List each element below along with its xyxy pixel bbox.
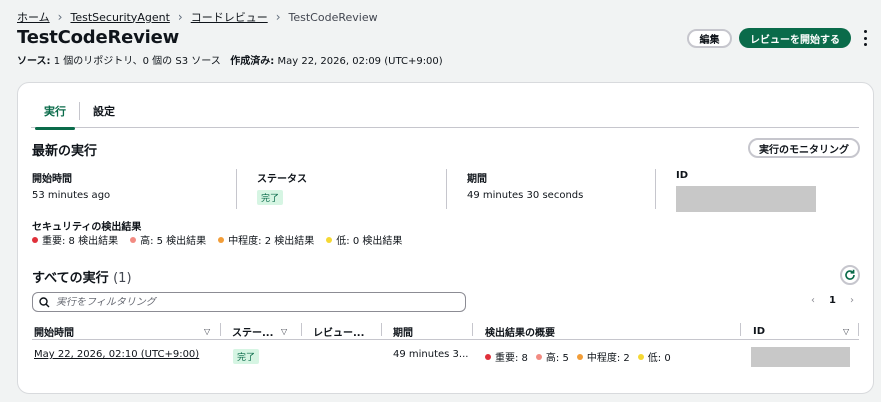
duration-value: 49 minutes 30 seconds	[467, 190, 584, 201]
id-label: ID	[676, 170, 689, 181]
start-time-field: 開始時間 53 minutes ago	[32, 170, 110, 210]
refresh-button[interactable]	[840, 265, 860, 285]
breadcrumb-agent[interactable]: TestSecurityAgent	[70, 11, 169, 24]
tab-settings[interactable]: 設定	[80, 94, 128, 128]
status-badge: 完了	[257, 190, 284, 205]
security-findings-label: セキュリティの検出結果	[32, 222, 142, 233]
page-number[interactable]: 1	[829, 295, 836, 306]
column-divider[interactable]	[740, 323, 741, 336]
id-field: ID	[676, 170, 816, 212]
row-duration: 49 minutes 3...	[393, 349, 469, 360]
critical-dot-icon	[485, 354, 491, 360]
chevron-right-icon: ›	[177, 10, 183, 24]
column-duration[interactable]: 期間	[393, 323, 463, 339]
page-title: TestCodeReview	[17, 27, 180, 48]
chevron-right-icon: ›	[275, 10, 281, 24]
finding-critical: 重要: 8 検出結果	[32, 232, 118, 247]
duration-label: 期間	[467, 174, 487, 185]
column-start-time[interactable]: 開始時間 ▽	[34, 323, 214, 339]
column-divider[interactable]	[381, 323, 382, 336]
sources-value: 1 個のリポジトリ、0 個の S3 ソース	[53, 56, 221, 67]
chevron-right-icon[interactable]: ›	[850, 295, 854, 306]
chevron-right-icon: ›	[57, 10, 63, 24]
column-review[interactable]: レビュー...	[313, 323, 383, 339]
high-dot-icon	[130, 237, 137, 243]
sort-caret-icon[interactable]: ▽	[281, 327, 287, 336]
low-dot-icon	[326, 237, 333, 243]
row-finding-medium: 中程度: 2	[576, 349, 630, 364]
breadcrumb-code-review[interactable]: コードレビュー	[191, 9, 268, 25]
monitor-run-button[interactable]: 実行のモニタリング	[748, 138, 860, 158]
column-divider[interactable]	[301, 323, 302, 336]
tab-runs[interactable]: 実行	[31, 94, 79, 130]
start-time-value: 53 minutes ago	[32, 190, 111, 201]
created-label: 作成済み:	[230, 56, 275, 67]
security-findings-list: 重要: 8 検出結果 高: 5 検出結果 中程度: 2 検出結果 低: 0 検出…	[32, 232, 402, 247]
sort-caret-icon[interactable]: ▽	[843, 327, 849, 336]
divider	[446, 169, 447, 209]
column-status[interactable]: ステー... ▽	[232, 323, 302, 339]
redacted-id	[676, 186, 816, 212]
table-row: May 22, 2026, 02:10 (UTC+9:00) 完了 49 min…	[32, 344, 859, 368]
all-runs-heading: すべての実行 (1)	[32, 271, 132, 286]
finding-medium: 中程度: 2 検出結果	[218, 232, 314, 247]
page-meta: ソース: 1 個のリポジトリ、0 個の S3 ソース 作成済み: May 22,…	[17, 52, 443, 67]
medium-dot-icon	[576, 354, 583, 360]
divider	[236, 169, 237, 209]
medium-dot-icon	[218, 237, 225, 243]
search-icon	[39, 296, 50, 307]
critical-dot-icon	[32, 237, 38, 243]
row-status-badge: 完了	[233, 349, 260, 364]
row-finding-low: 低: 0	[637, 349, 671, 364]
column-divider[interactable]	[858, 323, 859, 336]
high-dot-icon	[535, 354, 542, 360]
duration-field: 期間 49 minutes 30 seconds	[467, 170, 583, 210]
created-value: May 22, 2026, 02:09 (UTC+9:00)	[277, 56, 443, 67]
column-divider[interactable]	[472, 323, 473, 336]
filter-field[interactable]	[32, 292, 466, 312]
breadcrumb: ホーム › TestSecurityAgent › コードレビュー › Test…	[17, 9, 378, 25]
finding-low: 低: 0 検出結果	[326, 232, 402, 247]
start-review-button[interactable]: レビューを開始する	[739, 28, 851, 48]
row-findings-summary: 重要: 8 高: 5 中程度: 2 低: 0	[485, 349, 671, 364]
more-options-icon[interactable]	[861, 30, 869, 46]
filter-runs-input[interactable]	[56, 296, 436, 308]
breadcrumb-current: TestCodeReview	[288, 10, 378, 24]
refresh-icon	[845, 269, 855, 280]
table-header: 開始時間 ▽ ステー... ▽ レビュー... 期間 検出結果の概要 ID ▽	[32, 320, 859, 340]
sources-label: ソース:	[17, 56, 51, 67]
pagination: ‹ 1 ›	[811, 295, 854, 306]
sort-caret-icon[interactable]: ▽	[204, 327, 210, 336]
status-label: ステータス	[257, 174, 307, 185]
chevron-left-icon[interactable]: ‹	[811, 295, 815, 306]
breadcrumb-home[interactable]: ホーム	[17, 9, 50, 25]
runs-count: (1)	[113, 271, 132, 286]
divider	[655, 169, 656, 209]
column-id[interactable]: ID ▽	[753, 323, 853, 339]
edit-button[interactable]: 編集	[687, 29, 732, 48]
status-field: ステータス 完了	[257, 170, 307, 210]
column-divider[interactable]	[220, 323, 221, 336]
finding-high: 高: 5 検出結果	[130, 232, 206, 247]
tab-bar: 実行 設定	[31, 94, 859, 130]
latest-run-heading: 最新の実行	[32, 144, 98, 159]
run-start-link[interactable]: May 22, 2026, 02:10 (UTC+9:00)	[34, 349, 199, 360]
column-findings-summary[interactable]: 検出結果の概要	[485, 323, 635, 339]
redacted-id	[751, 347, 850, 367]
row-finding-high: 高: 5	[535, 349, 569, 364]
runs-card: 実行 設定 最新の実行 実行のモニタリング 開始時間 53 minutes ag…	[17, 82, 874, 394]
row-finding-critical: 重要: 8	[485, 349, 528, 364]
low-dot-icon	[637, 354, 644, 360]
start-time-label: 開始時間	[32, 174, 72, 185]
